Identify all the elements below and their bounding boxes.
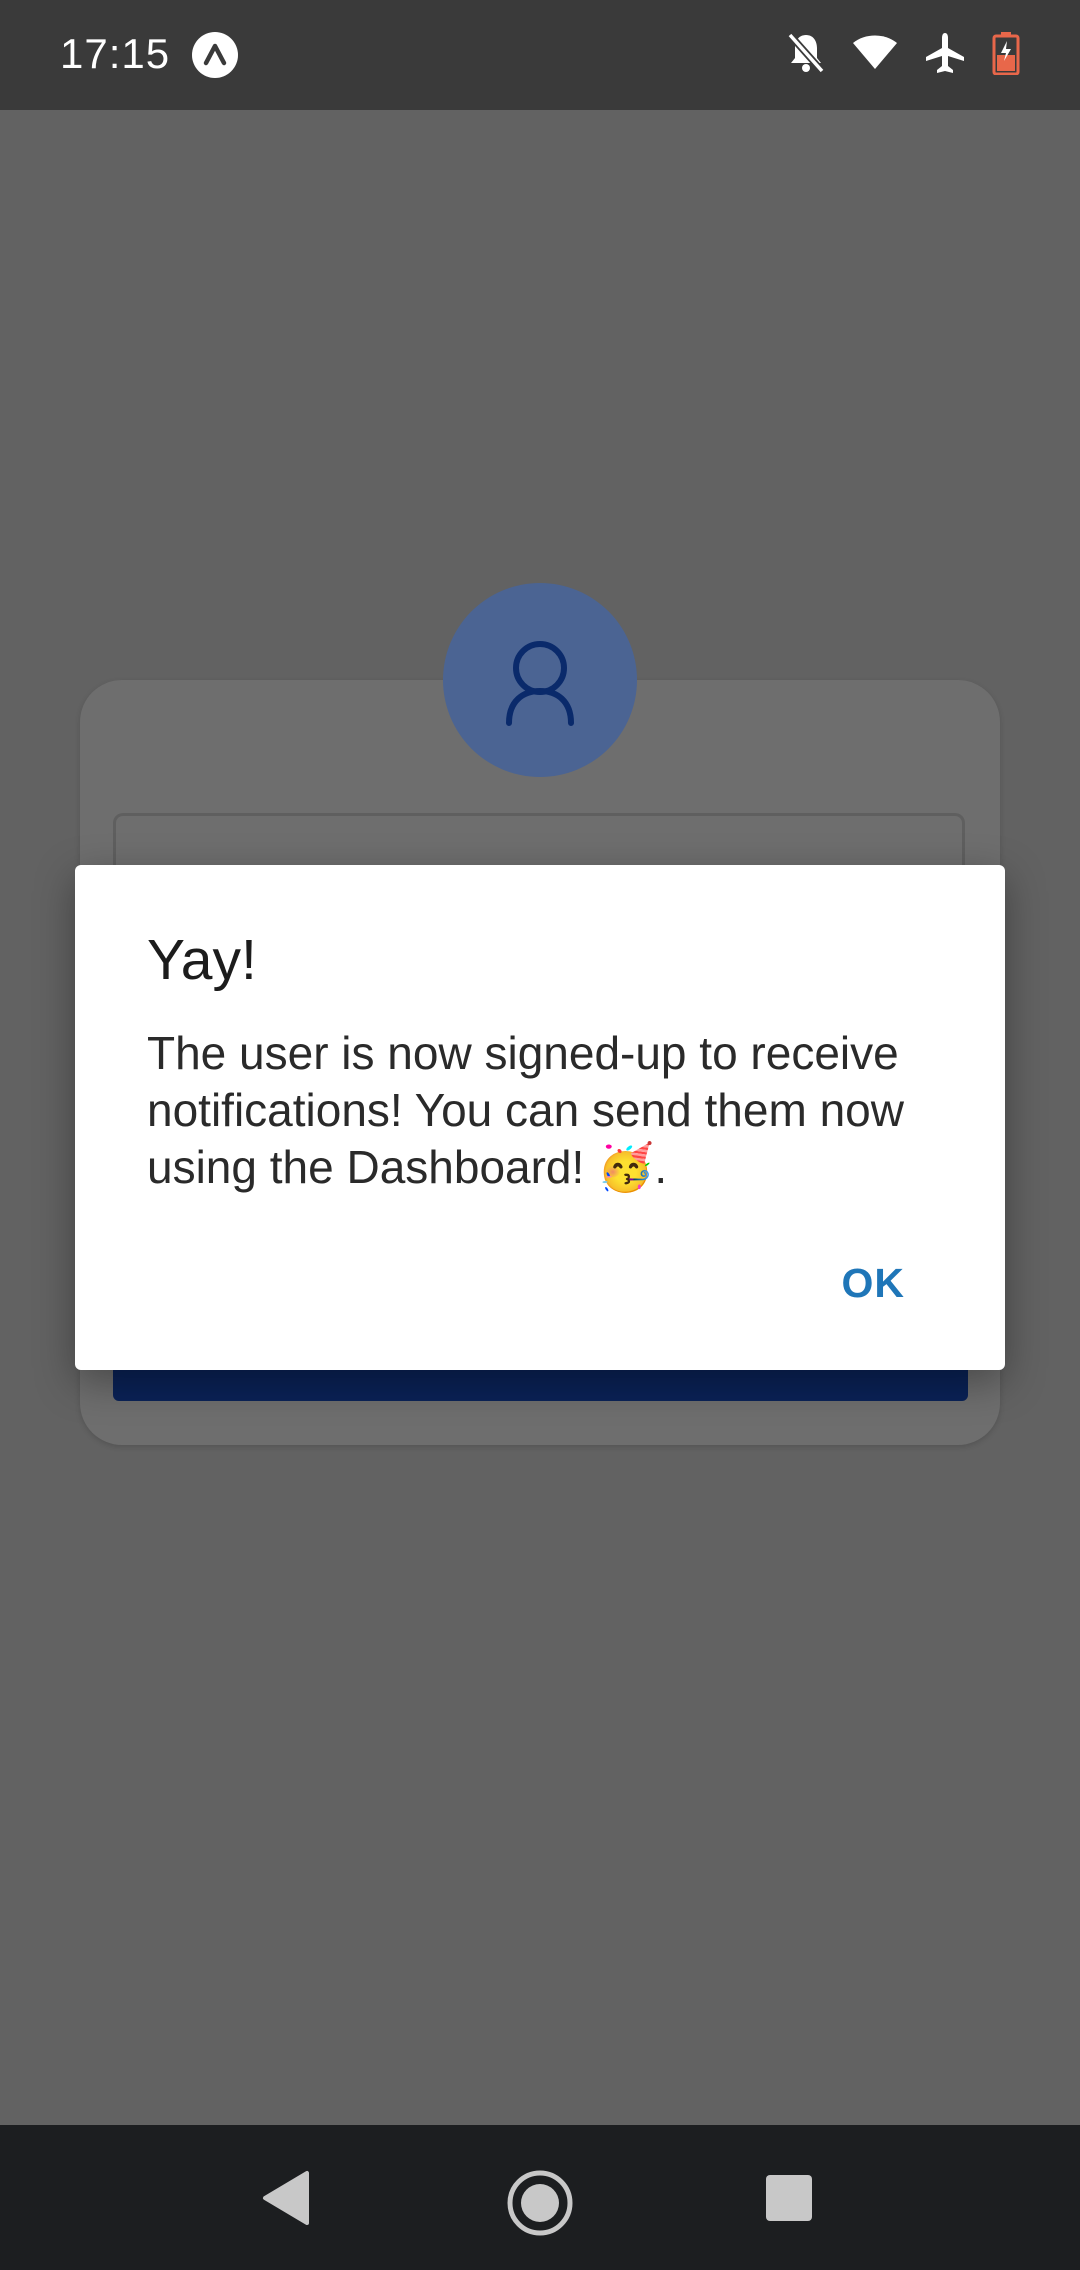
wifi-icon [852, 35, 898, 76]
home-button[interactable] [500, 2165, 580, 2250]
back-icon [263, 2171, 309, 2225]
home-icon [507, 2170, 573, 2236]
notification-app-icon [192, 32, 238, 78]
airplane-mode-icon [924, 31, 966, 80]
alert-dialog: Yay! The user is now signed-up to receiv… [75, 865, 1005, 1370]
bell-off-icon [786, 31, 826, 80]
recents-icon [766, 2175, 812, 2221]
battery-low-icon [992, 31, 1020, 80]
status-bar: 17:15 [0, 0, 1080, 110]
primary-button [113, 1365, 968, 1401]
back-button[interactable] [255, 2165, 315, 2236]
user-icon [506, 641, 574, 726]
dialog-message: The user is now signed-up to receive not… [147, 1027, 904, 1193]
navigation-bar [0, 2125, 1080, 2270]
avatar [443, 583, 637, 777]
recents-button[interactable] [762, 2165, 822, 2236]
status-icons [786, 30, 1020, 80]
ok-button[interactable]: OK [842, 1260, 906, 1307]
dialog-title: Yay! [147, 928, 257, 992]
status-time: 17:15 [60, 30, 171, 77]
